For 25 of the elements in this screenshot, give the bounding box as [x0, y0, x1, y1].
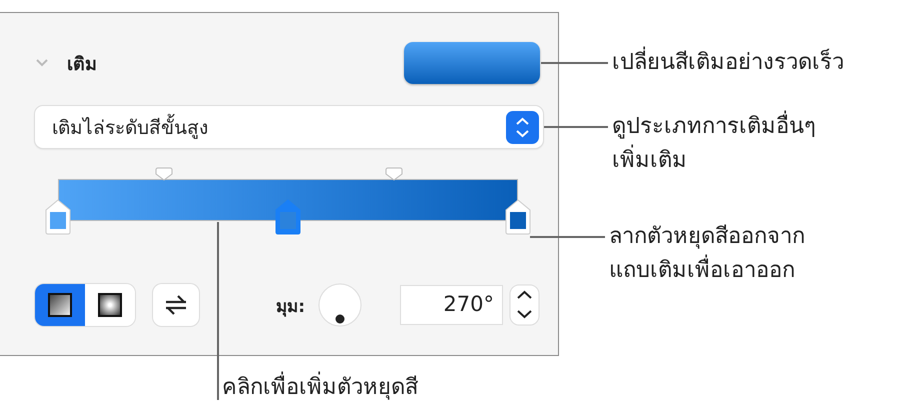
angle-knob[interactable] [317, 282, 363, 328]
swap-icon [164, 294, 188, 316]
angle-label: มุม: [276, 296, 305, 318]
fill-type-popup[interactable]: เติมไล่ระดับสีขั้นสูง [35, 106, 543, 148]
callout-text: ลากตัวหยุดสีออกจาก แถบเติมเพื่อเอาออก [609, 223, 805, 285]
linear-gradient-icon [48, 293, 72, 317]
gradient-type-button[interactable] [85, 284, 135, 326]
radial-gradient-icon [98, 293, 122, 317]
angle-field[interactable]: 270° [400, 285, 503, 325]
gradient-bar[interactable] [58, 179, 518, 221]
midpoint-handle[interactable] [154, 167, 173, 181]
section-title: เติม [67, 52, 97, 76]
callout-text: เปลี่ยนสีเติมอย่างรวดเร็ว [612, 46, 844, 80]
callout-text: ดูประเภทการเติมอื่นๆ เพิ่มเติม [612, 110, 816, 178]
stepper-icon [506, 110, 539, 144]
leader-line [541, 62, 608, 64]
gradient-type-button[interactable] [35, 284, 85, 326]
color-stop[interactable] [45, 199, 71, 235]
color-stop[interactable] [505, 199, 531, 235]
callout-text: คลิกเพื่อเพิ่มตัวหยุดสี [222, 371, 418, 405]
color-well[interactable] [404, 42, 540, 84]
swap-button[interactable] [153, 284, 199, 326]
stepper-icon[interactable] [509, 284, 540, 326]
midpoint-handle[interactable] [384, 167, 403, 181]
leader-line [544, 126, 608, 128]
